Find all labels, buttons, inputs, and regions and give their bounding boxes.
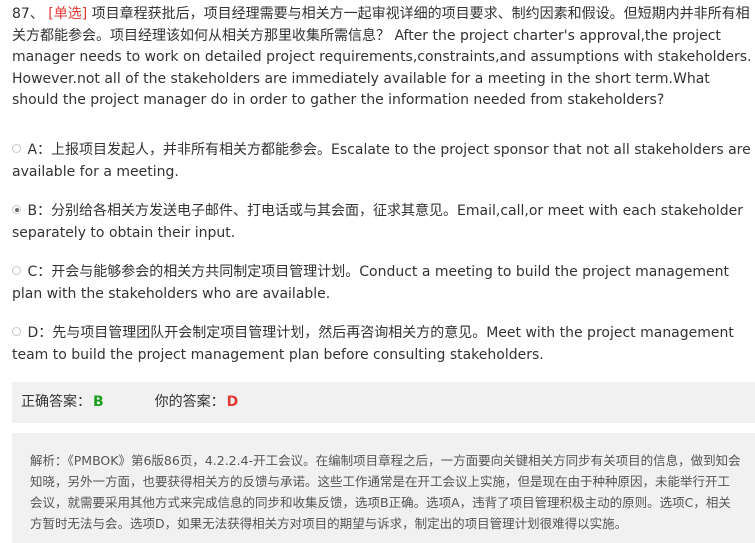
option-a[interactable]: A：上报项目发起人，并非所有相关方都能参会。Escalate to the pr…: [12, 140, 752, 183]
option-b-label: B：: [27, 203, 52, 219]
option-a-label: A：: [27, 142, 52, 158]
option-b[interactable]: B：分别给各相关方发送电子邮件、打电话或与其会面，征求其意见。Email,cal…: [12, 201, 752, 244]
option-c-text: 开会与能够参会的相关方共同制定项目管理计划。Conduct a meeting …: [12, 264, 729, 302]
question-type-tag: [单选]: [48, 6, 88, 22]
option-c-label: C：: [27, 264, 52, 280]
option-c[interactable]: C：开会与能够参会的相关方共同制定项目管理计划。Conduct a meetin…: [12, 262, 752, 305]
options-list: A：上报项目发起人，并非所有相关方都能参会。Escalate to the pr…: [12, 140, 752, 384]
option-b-text: 分别给各相关方发送电子邮件、打电话或与其会面，征求其意见。Email,call,…: [12, 203, 743, 241]
answer-summary: 正确答案： B 你的答案： D: [12, 382, 755, 423]
your-answer-value: D: [226, 394, 239, 410]
analysis-panel: 解析：《PMBOK》第6版86页，4.2.2.4-开工会议。在编制项目章程之后，…: [12, 433, 755, 543]
option-a-radio-icon[interactable]: [12, 144, 21, 153]
option-c-radio-icon[interactable]: [12, 266, 21, 275]
option-d[interactable]: D：先与项目管理团队开会制定项目管理计划，然后再咨询相关方的意见。Meet wi…: [12, 323, 752, 366]
correct-answer-value: B: [93, 394, 104, 410]
option-d-label: D：: [27, 325, 53, 341]
option-d-text: 先与项目管理团队开会制定项目管理计划，然后再咨询相关方的意见。Meet with…: [12, 325, 734, 363]
your-answer-label: 你的答案：: [154, 394, 225, 410]
option-d-radio-icon[interactable]: [12, 327, 21, 336]
question-stem: 87、 [单选] 项目章程获批后，项目经理需要与相关方一起审视详细的项目要求、制…: [12, 4, 752, 112]
option-b-radio-icon[interactable]: [12, 205, 21, 214]
question-text: 项目章程获批后，项目经理需要与相关方一起审视详细的项目要求、制约因素和假设。但短…: [12, 6, 752, 108]
question-number: 87、: [12, 6, 44, 22]
analysis-text: 解析：《PMBOK》第6版86页，4.2.2.4-开工会议。在编制项目章程之后，…: [30, 453, 741, 531]
correct-answer-label: 正确答案：: [21, 394, 91, 410]
option-a-text: 上报项目发起人，并非所有相关方都能参会。Escalate to the proj…: [12, 142, 751, 180]
